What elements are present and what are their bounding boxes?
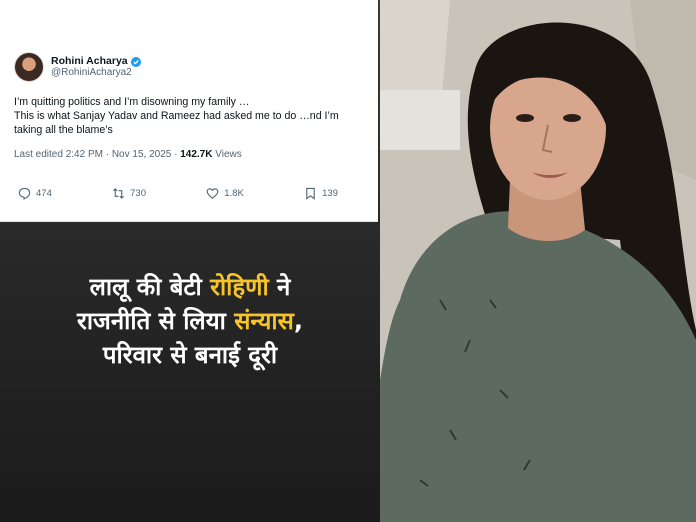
tweet-header: Rohini Acharya @RohiniAcharya2 xyxy=(14,52,364,82)
headline-highlight-word: संन्यास xyxy=(234,307,294,335)
headline-line-1: लालू की बेटी रोहिणी ने xyxy=(89,273,291,301)
tweet-actions: 474 730 1.8K 139 xyxy=(18,187,338,200)
tweet-meta: Last edited 2:42 PM · Nov 15, 2025 · 142… xyxy=(14,149,364,160)
tweet-line: taking all the blame’s xyxy=(14,124,113,136)
reply-count: 474 xyxy=(36,188,52,199)
author-block: Rohini Acharya @RohiniAcharya2 xyxy=(51,55,141,79)
like-count: 1.8K xyxy=(224,188,244,199)
portrait-photo xyxy=(380,0,696,522)
heart-icon xyxy=(206,188,219,199)
avatar[interactable] xyxy=(14,52,44,82)
views-label: Views xyxy=(212,149,242,160)
tweet-text: I’m quitting politics and I’m disowning … xyxy=(14,95,364,137)
views-count: 142.7K xyxy=(180,149,213,160)
handle[interactable]: @RohiniAcharya2 xyxy=(51,67,141,79)
repost-count: 730 xyxy=(130,188,146,199)
edited-timestamp[interactable]: Last edited 2:42 PM · Nov 15, 2025 · xyxy=(14,149,180,160)
bookmark-icon xyxy=(306,187,315,200)
repost-button[interactable]: 730 xyxy=(112,187,146,200)
tweet-line: This is what Sanjay Yadav and Rameez had… xyxy=(14,110,339,122)
reply-button[interactable]: 474 xyxy=(18,187,52,200)
headline-line-2: राजनीति से लिया संन्यास, xyxy=(77,307,303,335)
tweet-line: I’m quitting politics and I’m disowning … xyxy=(14,96,250,108)
like-button[interactable]: 1.8K xyxy=(206,187,244,200)
reply-icon xyxy=(18,187,31,200)
verified-badge-icon xyxy=(130,56,141,67)
headline: लालू की बेटी रोहिणी ने राजनीति से लिया स… xyxy=(0,270,380,372)
portrait-illustration xyxy=(380,0,696,522)
bookmark-button[interactable]: 139 xyxy=(304,187,338,200)
bookmark-count: 139 xyxy=(322,188,338,199)
display-name[interactable]: Rohini Acharya xyxy=(51,55,128,67)
headline-highlight-name: रोहिणी xyxy=(210,273,269,301)
headline-line-3: परिवार से बनाई दूरी xyxy=(102,341,278,369)
repost-icon xyxy=(113,188,125,199)
